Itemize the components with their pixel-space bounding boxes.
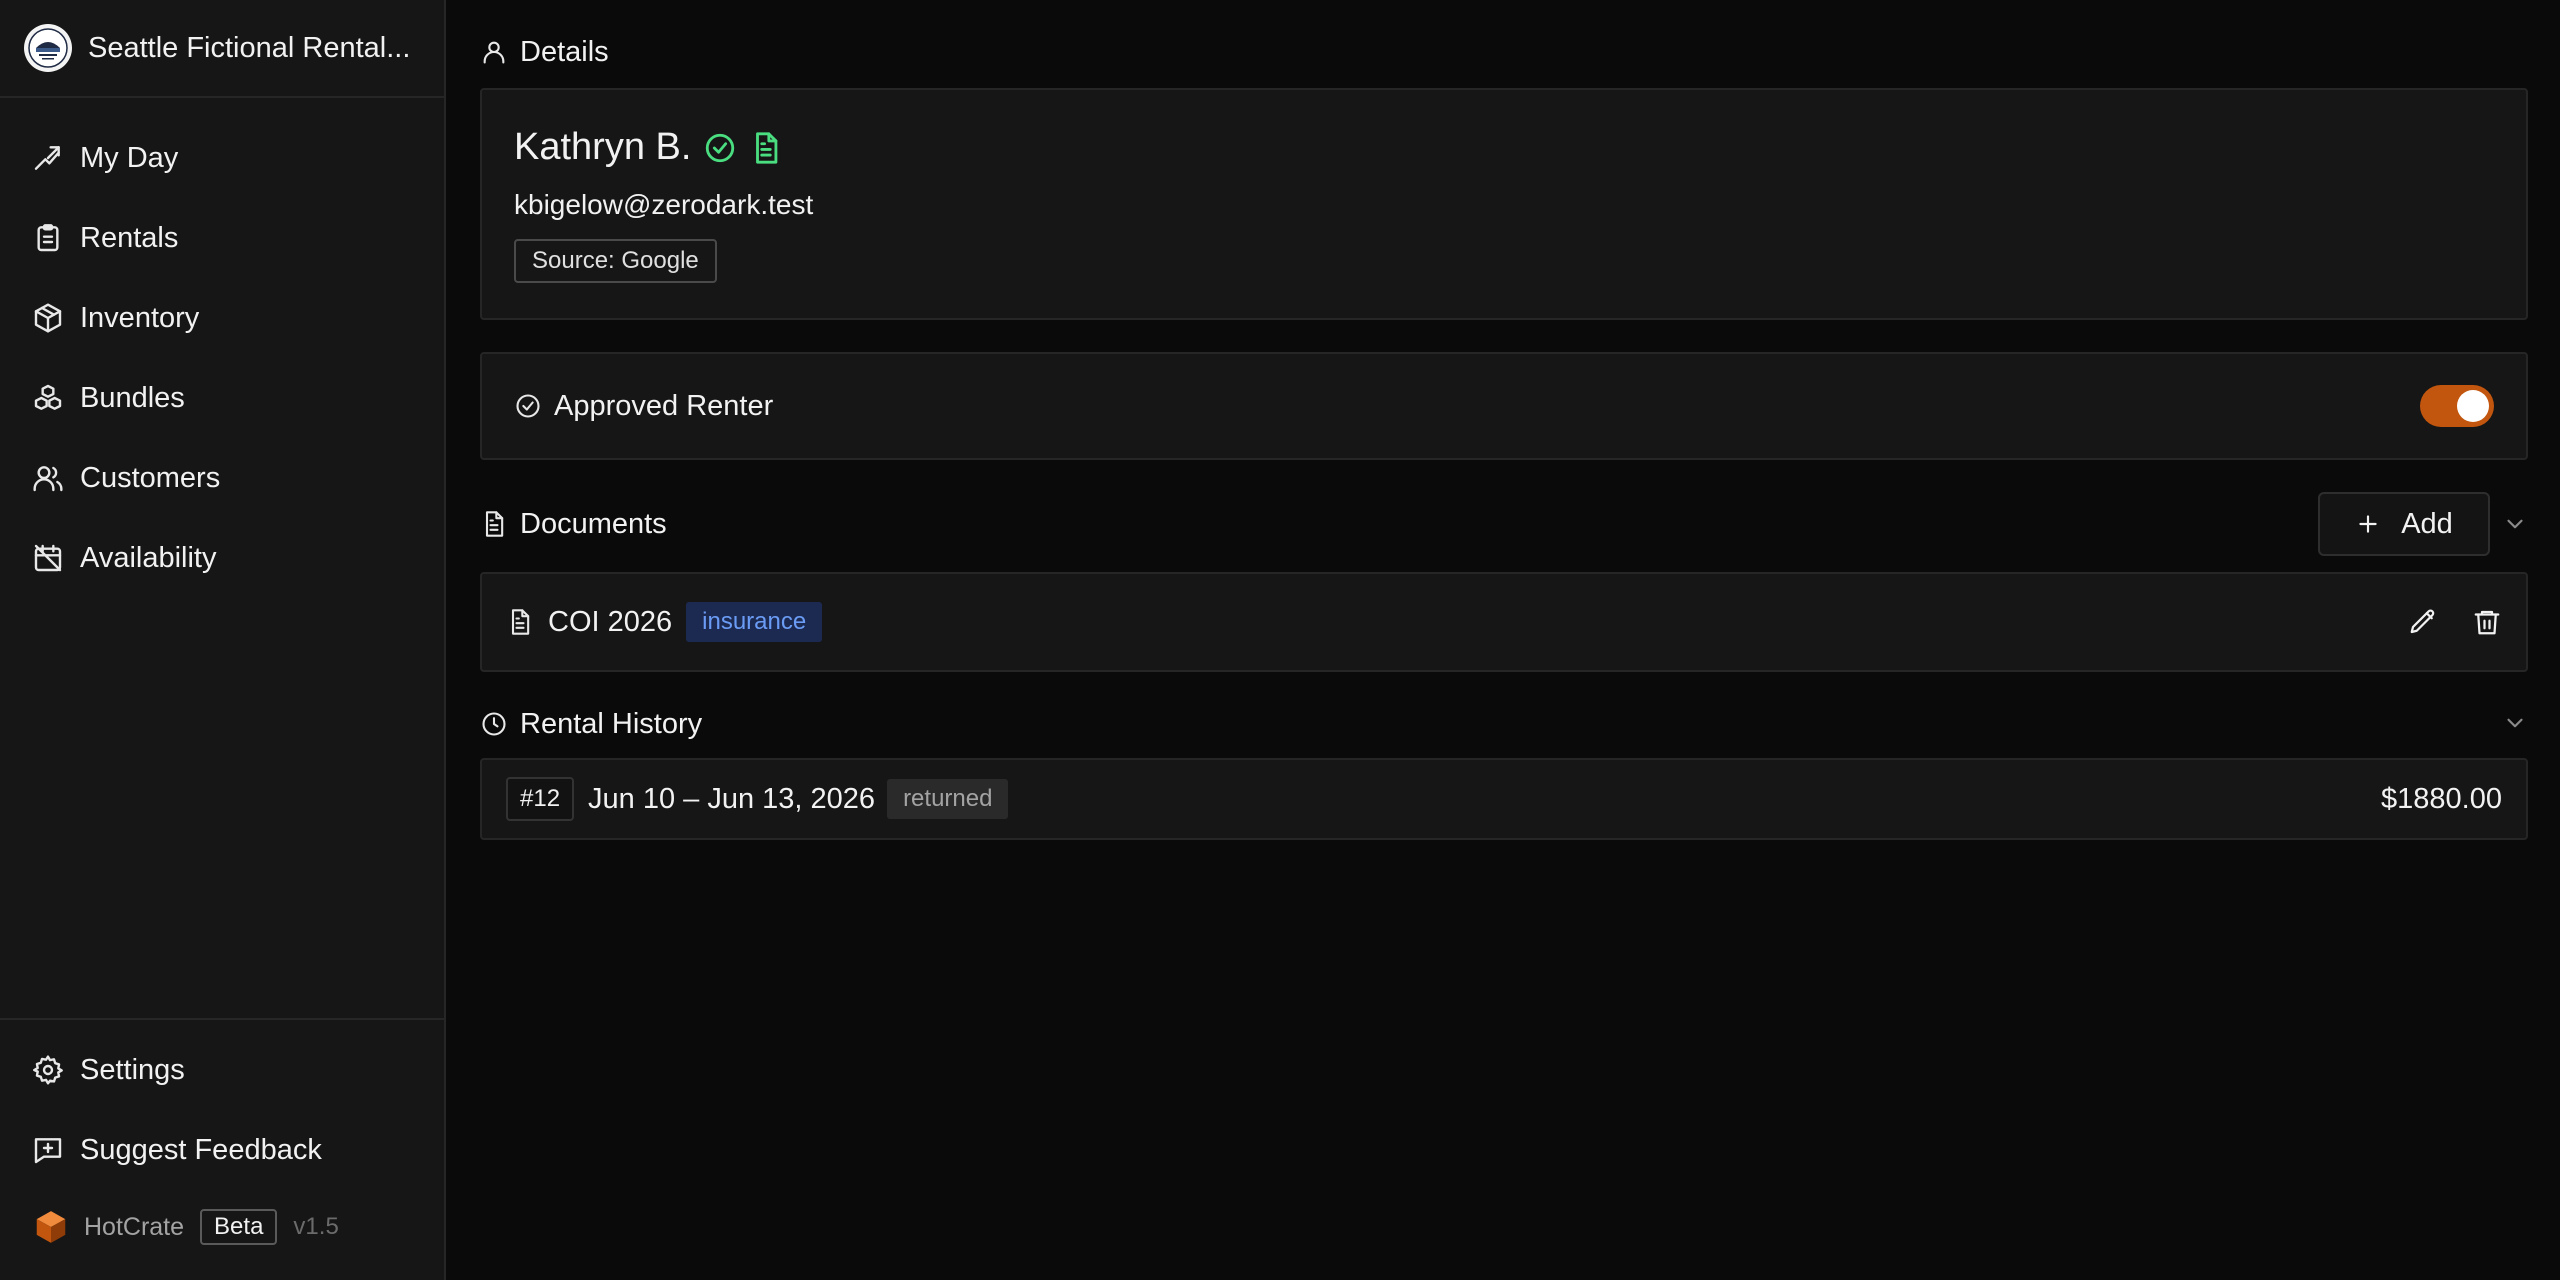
sidebar: Seattle Fictional Rental... My Day Renta… (0, 0, 446, 1280)
section-title: Details (520, 35, 609, 68)
nav-item-rentals[interactable]: Rentals (0, 198, 444, 278)
details-section-header: Details (480, 32, 609, 72)
document-icon (511, 609, 530, 635)
org-switcher[interactable]: Seattle Fictional Rental... (0, 0, 444, 98)
plus-icon (2359, 515, 2377, 533)
document-tag: insurance (686, 602, 823, 642)
document-actions (2374, 607, 2502, 637)
documents-header: Documents Add (480, 492, 2528, 556)
nav-item-label: Availability (80, 541, 217, 574)
rental-history-row[interactable]: #12 Jun 10 – Jun 13, 2026 returned $1880… (480, 758, 2528, 840)
message-plus-icon (34, 1138, 62, 1164)
hotcrate-logo-icon (36, 1211, 66, 1243)
org-logo (24, 24, 72, 72)
boxes-icon (34, 384, 62, 410)
rental-number: #12 (506, 777, 575, 821)
nav-item-label: Bundles (80, 381, 185, 414)
customer-email: kbigelow@zerodark.test (514, 189, 814, 220)
approved-renter-toggle[interactable] (2420, 385, 2494, 427)
add-document-button[interactable]: Add (2318, 492, 2490, 556)
approved-renter-card: Approved Renter (480, 352, 2528, 460)
section-title: Documents (520, 507, 667, 540)
trending-arrow-icon (34, 146, 60, 170)
document-row[interactable]: COI 2026 insurance (480, 572, 2528, 672)
rental-total: $1880.00 (2381, 782, 2502, 815)
rental-history-section-header: Rental History (480, 704, 2528, 744)
sidebar-footer: Settings Suggest Feedback HotCrate Beta … (0, 1018, 444, 1264)
nav-item-my-day[interactable]: My Day (0, 118, 444, 198)
approved-check-icon (706, 133, 735, 162)
nav-item-label: Inventory (80, 301, 200, 334)
beta-badge: Beta (200, 1209, 278, 1245)
main-nav: My Day Rentals Inventory Bundles Custome… (0, 98, 444, 598)
rental-dates: Jun 10 – Jun 13, 2026 (588, 782, 876, 815)
nav-item-label: My Day (80, 141, 179, 174)
nav-item-customers[interactable]: Customers (0, 438, 444, 518)
nav-item-label: Customers (80, 461, 221, 494)
package-icon (34, 303, 62, 333)
trash-icon[interactable] (2472, 607, 2502, 637)
source-badge: Source: Google (514, 239, 717, 283)
add-button-label: Add (2401, 507, 2453, 540)
users-icon (33, 466, 63, 492)
chevron-down-icon[interactable] (2502, 511, 2528, 537)
clock-icon (482, 712, 506, 736)
section-title: Rental History (520, 707, 703, 740)
rental-history-header: Rental History (480, 704, 2528, 744)
nav-item-label: Suggest Feedback (80, 1133, 322, 1166)
customer-name: Kathryn B. (514, 126, 692, 168)
nav-item-bundles[interactable]: Bundles (0, 358, 444, 438)
nav-item-label: Rentals (80, 221, 179, 254)
details-card: Kathryn B. kbigelow@zerodark.test Source… (480, 88, 2528, 320)
nav-item-availability[interactable]: Availability (0, 518, 444, 598)
approved-renter-label: Approved Renter (554, 389, 774, 422)
clipboard-icon (37, 224, 59, 252)
user-icon (483, 41, 505, 64)
calendar-off-icon (34, 544, 62, 572)
nav-item-inventory[interactable]: Inventory (0, 278, 444, 358)
product-info: HotCrate Beta v1.5 (0, 1190, 444, 1264)
document-icon (756, 131, 778, 164)
chevron-down-icon[interactable] (2502, 710, 2528, 736)
nav-item-settings[interactable]: Settings (0, 1030, 444, 1110)
nav-item-suggest-feedback[interactable]: Suggest Feedback (0, 1110, 444, 1190)
product-name: HotCrate (84, 1212, 185, 1241)
documents-section-header: Documents (480, 504, 667, 544)
document-name: COI 2026 (548, 605, 673, 638)
pencil-icon[interactable] (2408, 607, 2438, 637)
org-name: Seattle Fictional Rental... (88, 31, 411, 64)
version-label: v1.5 (293, 1213, 339, 1240)
gear-icon (33, 1055, 63, 1085)
check-circle-icon (516, 394, 540, 418)
status-badge: returned (887, 779, 1009, 819)
nav-item-label: Settings (80, 1053, 185, 1086)
document-icon (485, 511, 504, 537)
customer-name-row: Kathryn B. (514, 126, 2494, 169)
